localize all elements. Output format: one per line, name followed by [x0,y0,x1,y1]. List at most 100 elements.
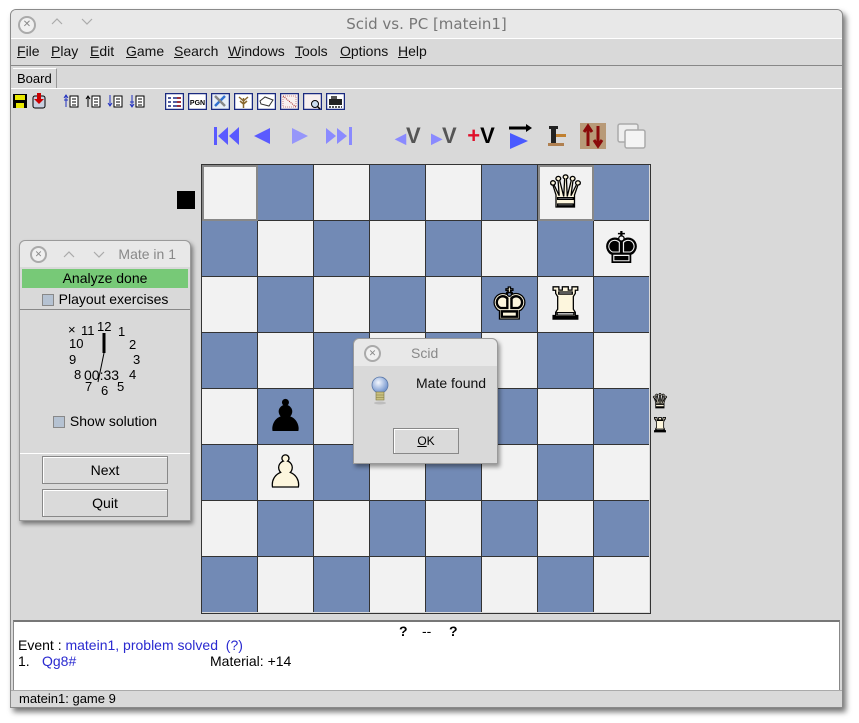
square-c2[interactable] [314,501,370,557]
black-pawn[interactable]: ♟ [258,389,313,444]
square-g8[interactable]: ♛ [538,165,594,221]
square-e8[interactable] [426,165,482,221]
previous-game-icon[interactable] [85,93,101,109]
engine-icon[interactable] [326,93,345,110]
playout-exercises-option[interactable]: Playout exercises [20,289,190,310]
square-c7[interactable] [314,221,370,277]
square-f7[interactable] [482,221,538,277]
add-variation-button[interactable]: +V [464,122,498,150]
menu-search[interactable]: Search [174,43,218,59]
square-a4[interactable] [202,389,258,445]
engine-hammer-icon[interactable] [546,122,570,150]
black-king[interactable]: ♚ [594,221,649,276]
square-c1[interactable] [314,557,370,612]
white-king[interactable]: ♚ [482,277,537,332]
quit-button[interactable]: Quit [42,489,168,517]
square-a8[interactable] [202,165,258,221]
playout-checkbox[interactable] [41,294,54,307]
square-b5[interactable] [258,333,314,389]
square-e6[interactable] [426,277,482,333]
goto-start-icon[interactable] [212,122,242,150]
square-e7[interactable] [426,221,482,277]
square-a2[interactable] [202,501,258,557]
square-d2[interactable] [370,501,426,557]
chevron-down-icon[interactable] [92,247,106,261]
square-f2[interactable] [482,501,538,557]
square-h7[interactable]: ♚ [594,221,649,277]
show-solution-checkbox[interactable] [52,416,65,429]
white-queen[interactable]: ♛ [538,165,593,220]
goto-end-icon[interactable] [324,122,356,150]
last-move[interactable]: Qg8# [42,653,76,669]
search-icon[interactable] [303,93,322,110]
square-h4[interactable] [594,389,649,445]
square-c8[interactable] [314,165,370,221]
menu-file[interactable]: File [17,43,40,59]
next-game-icon[interactable] [107,93,123,109]
square-g5[interactable] [538,333,594,389]
last-game-icon[interactable] [129,93,145,109]
mate-window-close-button[interactable]: ✕ [30,246,47,263]
gamelist-icon[interactable] [165,93,184,110]
square-d6[interactable] [370,277,426,333]
square-d8[interactable] [370,165,426,221]
menu-tools[interactable]: Tools [295,43,328,59]
menu-edit[interactable]: Edit [90,43,114,59]
save-as-icon[interactable] [31,93,47,109]
variation-back-button[interactable]: ◀V [392,122,424,150]
square-h1[interactable] [594,557,649,612]
square-h6[interactable] [594,277,649,333]
tools-icon[interactable] [211,93,230,110]
square-b8[interactable] [258,165,314,221]
square-f1[interactable] [482,557,538,612]
windows-icon[interactable] [616,122,648,150]
square-h2[interactable] [594,501,649,557]
menu-help[interactable]: Help [398,43,427,59]
square-b2[interactable] [258,501,314,557]
square-f8[interactable] [482,165,538,221]
square-b1[interactable] [258,557,314,612]
next-button[interactable]: Next [42,456,168,484]
book-icon[interactable] [257,93,276,110]
square-f6[interactable]: ♚ [482,277,538,333]
tree-icon[interactable] [234,93,253,110]
flip-board-icon[interactable] [578,122,608,150]
save-icon[interactable] [12,93,28,109]
event-value[interactable]: matein1, problem solved [65,637,218,653]
square-g4[interactable] [538,389,594,445]
square-e1[interactable] [426,557,482,612]
white-rook[interactable]: ♜ [538,277,593,332]
dialog-close-button[interactable]: ✕ [364,345,381,362]
square-d7[interactable] [370,221,426,277]
menu-options[interactable]: Options [340,43,388,59]
menu-play[interactable]: Play [51,43,78,59]
square-c6[interactable] [314,277,370,333]
back-icon[interactable] [250,122,274,150]
square-g6[interactable]: ♜ [538,277,594,333]
event-extra[interactable]: (?) [226,637,243,653]
square-b6[interactable] [258,277,314,333]
crosstable-icon[interactable] [280,93,299,110]
square-e2[interactable] [426,501,482,557]
show-solution-option[interactable]: Show solution [20,413,190,429]
variation-forward-button[interactable]: ▶V [428,122,460,150]
pgn-icon[interactable]: PGN [188,93,207,110]
square-b4[interactable]: ♟ [258,389,314,445]
menu-game[interactable]: Game [126,43,164,59]
square-a1[interactable] [202,557,258,612]
square-g7[interactable] [538,221,594,277]
square-g3[interactable] [538,445,594,501]
menu-windows[interactable]: Windows [228,43,285,59]
square-b3[interactable]: ♟ [258,445,314,501]
white-pawn[interactable]: ♟ [258,445,313,500]
square-a7[interactable] [202,221,258,277]
autoplay-icon[interactable] [506,122,534,150]
chevron-up-icon[interactable] [62,247,76,261]
square-a6[interactable] [202,277,258,333]
square-b7[interactable] [258,221,314,277]
square-a3[interactable] [202,445,258,501]
forward-icon[interactable] [288,122,312,150]
square-h3[interactable] [594,445,649,501]
tab-board[interactable]: Board [13,68,57,88]
first-game-icon[interactable] [63,93,79,109]
